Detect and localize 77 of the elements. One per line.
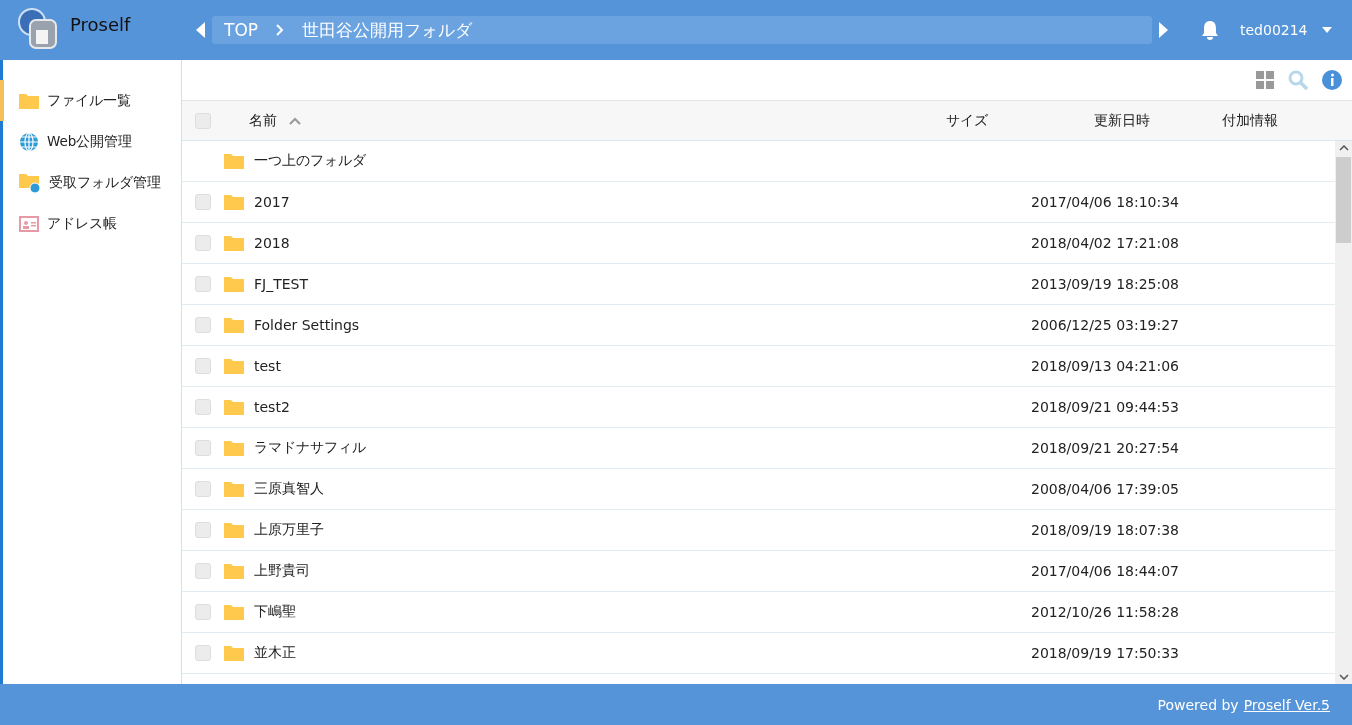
select-all-checkbox[interactable] — [195, 112, 211, 129]
shared-folder-icon — [19, 172, 41, 193]
folder-name-link[interactable]: test2 — [254, 399, 290, 415]
row-checkbox[interactable] — [195, 645, 211, 661]
folder-name-link[interactable]: 上原万里子 — [254, 521, 324, 539]
folder-name-link[interactable]: 三原真智人 — [254, 480, 324, 498]
modified-date: 2018/09/19 18:07:38 — [1031, 522, 1179, 538]
parent-folder-link[interactable]: 一つ上のフォルダ — [254, 152, 366, 170]
app-name: Proself — [70, 13, 131, 35]
row-checkbox[interactable] — [195, 276, 211, 292]
folder-icon — [19, 92, 39, 109]
sidebar-item[interactable]: アドレス帳 — [0, 203, 181, 244]
scrollbar-thumb[interactable] — [1336, 157, 1351, 243]
modified-date: 2018/04/02 17:21:08 — [1031, 235, 1179, 251]
row-checkbox[interactable] — [195, 358, 211, 374]
row-checkbox[interactable] — [195, 317, 211, 333]
column-header[interactable]: サイズ — [946, 111, 988, 130]
row-checkbox[interactable] — [195, 440, 211, 456]
modified-date: 2006/12/25 03:19:27 — [1031, 317, 1179, 333]
folder-icon — [224, 399, 244, 415]
chevron-icon — [276, 24, 285, 36]
modified-date: 2012/10/26 11:58:28 — [1031, 604, 1179, 620]
modified-date: 2013/09/19 18:25:08 — [1031, 276, 1179, 292]
modified-date: 2017/04/06 18:10:34 — [1031, 194, 1179, 210]
info-icon[interactable] — [1322, 70, 1342, 90]
modified-date: 2008/04/06 17:39:05 — [1031, 481, 1179, 497]
folder-name-link[interactable]: ラマドナサフィル — [254, 439, 366, 457]
folder-icon — [224, 276, 244, 292]
sidebar-item[interactable]: 受取フォルダ管理 — [0, 162, 181, 203]
column-header[interactable]: 名前 — [249, 111, 301, 130]
folder-icon — [224, 358, 244, 374]
folder-icon — [224, 563, 244, 579]
row-checkbox[interactable] — [195, 563, 211, 579]
scrollbar[interactable] — [1335, 141, 1352, 684]
modified-date: 2018/09/21 09:44:53 — [1031, 399, 1179, 415]
folder-name-link[interactable]: 上野貴司 — [254, 562, 310, 580]
modified-date: 2018/09/19 17:50:33 — [1031, 645, 1179, 661]
folder-icon — [224, 604, 244, 620]
row-checkbox[interactable] — [195, 194, 211, 210]
globe-icon — [19, 131, 39, 152]
bell-icon[interactable] — [1200, 20, 1220, 40]
search-icon[interactable] — [1288, 70, 1308, 90]
folder-icon — [224, 317, 244, 333]
modified-date: 2018/09/21 20:27:54 — [1031, 440, 1179, 456]
folder-name-link[interactable]: 2018 — [254, 235, 290, 251]
grid-view-icon[interactable] — [1256, 71, 1274, 89]
column-header[interactable]: 更新日時 — [1094, 111, 1150, 130]
column-header[interactable]: 付加情報 — [1222, 111, 1278, 130]
folder-icon — [224, 440, 244, 456]
folder-name-link[interactable]: FJ_TEST — [254, 276, 309, 292]
folder-name-link[interactable]: test — [254, 358, 281, 374]
folder-icon — [224, 522, 244, 538]
row-checkbox[interactable] — [195, 481, 211, 497]
modified-date: 2017/04/06 18:44:07 — [1031, 563, 1179, 579]
folder-icon — [224, 235, 244, 251]
folder-icon — [224, 481, 244, 497]
folder-name-link[interactable]: 2017 — [254, 194, 290, 210]
scroll-up-icon[interactable] — [1338, 145, 1349, 151]
folder-name-link[interactable]: 並木正 — [254, 644, 296, 662]
folder-icon — [224, 153, 244, 169]
folder-name-link[interactable]: 下嶋聖 — [254, 603, 296, 621]
row-checkbox[interactable] — [195, 522, 211, 538]
row-checkbox[interactable] — [195, 604, 211, 620]
sidebar-item[interactable]: Web公開管理 — [0, 121, 181, 162]
modified-date: 2018/09/13 04:21:06 — [1031, 358, 1179, 374]
footer-text: Powered by — [1157, 696, 1239, 713]
folder-icon — [224, 194, 244, 210]
back-arrow-icon[interactable] — [196, 22, 206, 38]
row-checkbox[interactable] — [195, 235, 211, 251]
caret-icon — [1321, 27, 1332, 33]
folder-icon — [224, 645, 244, 661]
sort-ascending-icon — [289, 116, 301, 125]
row-checkbox[interactable] — [195, 399, 211, 415]
folder-name-link[interactable]: Folder Settings — [254, 317, 360, 333]
scroll-down-icon[interactable] — [1338, 674, 1349, 680]
forward-arrow-icon[interactable] — [1158, 22, 1168, 38]
address-card-icon — [19, 215, 39, 232]
